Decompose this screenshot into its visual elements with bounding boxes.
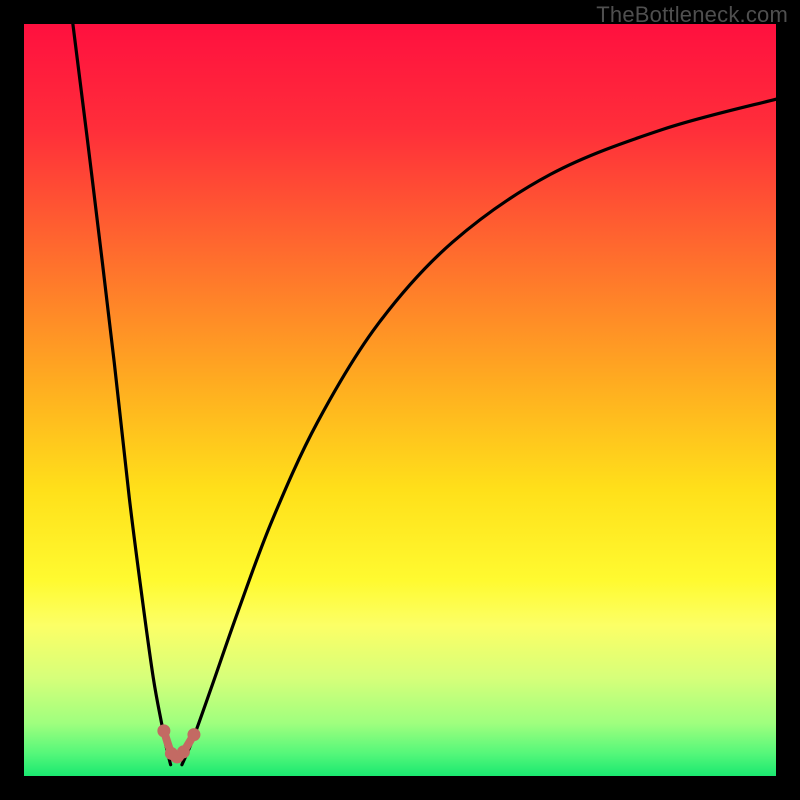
marker-dot-1 [165, 747, 178, 760]
gradient-background [24, 24, 776, 776]
marker-dot-0 [157, 724, 170, 737]
marker-dot-2 [177, 745, 190, 758]
chart-frame: TheBottleneck.com [0, 0, 800, 800]
bottleneck-chart [24, 24, 776, 776]
watermark-text: TheBottleneck.com [596, 2, 788, 28]
plot-area [24, 24, 776, 776]
marker-dot-3 [187, 728, 200, 741]
